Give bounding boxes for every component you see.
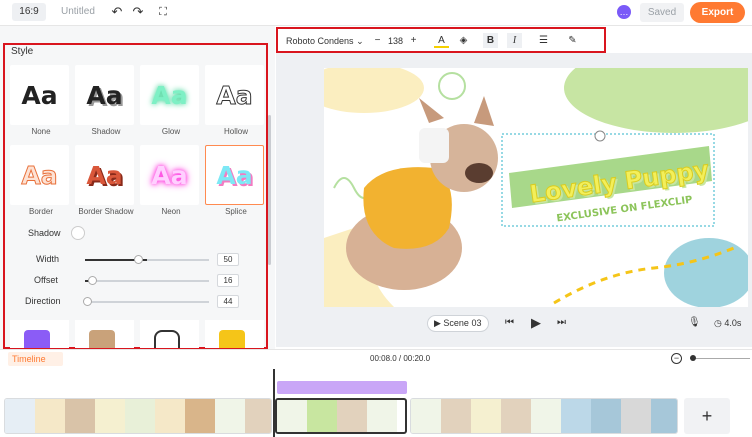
style-tile-partial-3[interactable]	[140, 320, 199, 348]
eraser-icon[interactable]: ✎	[565, 33, 580, 48]
green-circle-outline	[438, 72, 466, 100]
document-title[interactable]: Untitled	[61, 6, 95, 17]
style-hollow-label: Hollow	[223, 127, 248, 136]
style-panel-scrollbar[interactable]	[268, 115, 271, 265]
style-glow-label: Glow	[161, 127, 181, 136]
chevron-down-icon: ⌄	[356, 36, 364, 46]
aspect-ratio-button[interactable]: 16:9	[12, 3, 46, 21]
width-value[interactable]: 50	[217, 253, 239, 266]
play-small-icon: ▶	[434, 318, 444, 328]
font-family-select[interactable]: Roboto Condens ⌄	[286, 36, 364, 47]
previous-scene-icon[interactable]: ⏮	[505, 317, 514, 328]
width-slider-knob[interactable]	[134, 255, 143, 264]
font-size-increase-button[interactable]: +	[406, 33, 421, 48]
scene-clip-current[interactable]	[275, 398, 407, 434]
scene-selector[interactable]: ▶ Scene 03	[427, 315, 489, 332]
timeline-header: Timeline 00:08.0 / 00:20.0 −	[0, 349, 752, 369]
direction-slider-knob[interactable]	[83, 297, 92, 306]
text-toolbar: Roboto Condens ⌄ − 138 + A ◈ B I ☰ ✎	[276, 27, 606, 53]
microphone-icon[interactable]: 🎙	[688, 317, 701, 328]
style-border-tile[interactable]: Aa	[10, 145, 69, 205]
style-border-shadow-label: Border Shadow	[78, 207, 134, 216]
direction-value[interactable]: 44	[217, 295, 239, 308]
offset-slider[interactable]	[85, 280, 209, 282]
redo-icon[interactable]: ↷	[130, 4, 146, 20]
next-scene-icon[interactable]: ⏭	[557, 317, 566, 328]
style-none-tile[interactable]: Aa	[10, 65, 69, 125]
offset-slider-knob[interactable]	[88, 276, 97, 285]
add-scene-button[interactable]: +	[684, 398, 730, 434]
style-tile-partial-1[interactable]	[10, 320, 69, 348]
video-canvas[interactable]: Lovely Puppy EXCLUSIVE ON FLEXCLIP	[324, 68, 748, 307]
undo-icon[interactable]: ↶	[109, 4, 125, 20]
rotate-handle-icon	[594, 130, 606, 142]
width-slider[interactable]	[85, 259, 209, 261]
offset-value[interactable]: 16	[217, 274, 239, 287]
duration-display[interactable]: ◷ 4.0s	[714, 318, 741, 329]
style-shadow-tile[interactable]: Aa	[75, 65, 134, 125]
highlight-color-icon[interactable]: ◈	[456, 33, 471, 48]
timeline-track: +	[0, 369, 752, 437]
zoom-slider[interactable]	[690, 358, 750, 359]
help-icon[interactable]: …	[617, 5, 631, 19]
play-icon[interactable]: ▶	[531, 315, 541, 331]
dog-illustration	[346, 96, 498, 290]
offset-label: Offset	[34, 275, 58, 285]
style-splice-label: Splice	[225, 207, 247, 216]
line-spacing-icon[interactable]: ☰	[536, 33, 551, 48]
timeline-toggle[interactable]: Timeline	[8, 352, 63, 366]
fullscreen-icon[interactable]: ⛶	[155, 4, 171, 20]
scene-label: Scene 03	[443, 318, 482, 328]
style-hollow-tile[interactable]: Aa	[205, 65, 264, 125]
scene-clip-3[interactable]	[410, 398, 678, 434]
top-bar: 16:9 Untitled ↶ ↷ ⛶ … Saved Export	[0, 0, 752, 26]
direction-label: Direction	[25, 296, 61, 306]
style-none-label: None	[31, 127, 51, 136]
style-glow-tile[interactable]: Aa	[140, 65, 199, 125]
style-panel-title: Style	[11, 46, 34, 57]
shadow-label: Shadow	[28, 228, 61, 238]
font-size-decrease-button[interactable]: −	[370, 33, 385, 48]
zoom-out-icon[interactable]: −	[671, 353, 682, 364]
scene-clip-1[interactable]	[4, 398, 272, 434]
font-family-value: Roboto Condens	[286, 36, 354, 46]
style-shadow-label: Shadow	[91, 127, 121, 136]
text-layer-clip[interactable]	[277, 381, 407, 394]
text-color-icon[interactable]: A	[434, 33, 449, 48]
style-splice-tile[interactable]: Aa	[205, 145, 264, 205]
timeline-time: 00:08.0 / 00:20.0	[370, 354, 431, 363]
style-neon-tile[interactable]: Aa	[140, 145, 199, 205]
style-border-shadow-tile[interactable]: Aa	[75, 145, 134, 205]
blue-blob-shape	[664, 238, 748, 307]
style-tile-partial-2[interactable]	[75, 320, 134, 348]
clock-icon: ◷	[714, 318, 725, 328]
width-label: Width	[36, 254, 60, 264]
direction-slider[interactable]	[85, 301, 209, 303]
green-blob-shape	[564, 68, 748, 133]
style-panel: Style Aa Aa Aa Aa None Shadow Glow Hollo…	[0, 26, 275, 350]
zoom-slider-knob[interactable]	[690, 355, 696, 361]
style-border-label: Border	[28, 207, 53, 216]
bold-button[interactable]: B	[483, 33, 498, 48]
font-size-value[interactable]: 138	[388, 36, 403, 46]
yellow-blob-top	[324, 68, 424, 113]
shadow-color-picker[interactable]	[71, 226, 85, 240]
style-tile-partial-4[interactable]	[205, 320, 264, 348]
export-button[interactable]: Export	[690, 2, 745, 23]
style-neon-label: Neon	[161, 207, 181, 216]
saved-status: Saved	[640, 3, 684, 22]
italic-button[interactable]: I	[507, 33, 522, 48]
